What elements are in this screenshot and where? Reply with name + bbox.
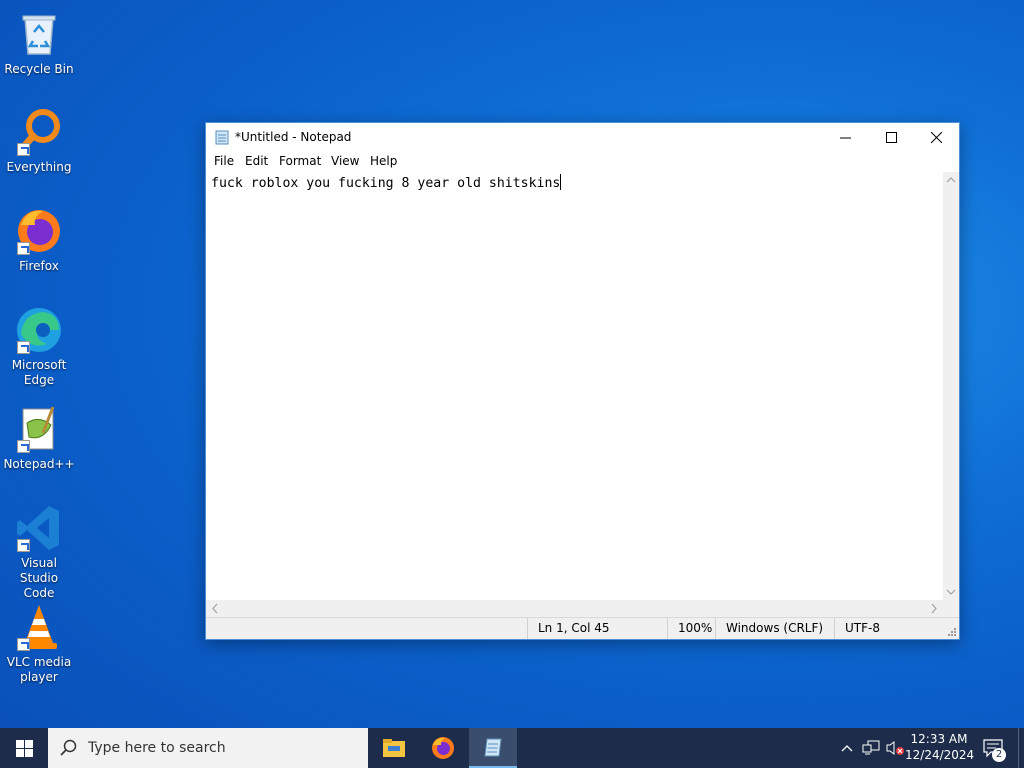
everything-search-icon — [13, 106, 65, 158]
window-title: *Untitled - Notepad — [235, 130, 352, 144]
menu-bar: File Edit Format View Help — [206, 152, 959, 172]
editor-line: fuck roblox you fucking 8 year old shits… — [211, 174, 562, 191]
icon-label: Recycle Bin — [4, 62, 74, 76]
shortcut-arrow-icon — [17, 539, 30, 552]
scroll-down-icon[interactable] — [943, 586, 959, 598]
show-hidden-icons-button[interactable] — [836, 728, 858, 768]
taskbar-notepad-active[interactable] — [469, 728, 517, 768]
maximize-button[interactable] — [868, 123, 914, 152]
shortcut-arrow-icon — [17, 638, 30, 651]
search-icon — [60, 739, 77, 756]
folder-icon — [383, 739, 405, 757]
status-line-ending: Windows (CRLF) — [715, 618, 834, 639]
text-caret — [560, 174, 562, 190]
shortcut-arrow-icon — [17, 242, 30, 255]
icon-label: Notepad++ — [3, 457, 75, 471]
shortcut-arrow-icon — [17, 440, 30, 453]
desktop-icon-firefox[interactable]: Firefox — [2, 205, 76, 274]
icon-label: Visual Studio — [19, 556, 59, 585]
desktop-icon-vlc[interactable]: VLC media player — [2, 601, 76, 685]
volume-muted-icon — [886, 741, 904, 755]
status-encoding: UTF-8 — [834, 618, 945, 639]
firefox-icon — [13, 205, 65, 257]
menu-view[interactable]: View — [331, 154, 359, 168]
action-center-button[interactable]: 2 — [978, 728, 1008, 768]
edge-icon — [13, 304, 65, 356]
icon-label: VLC media — [6, 655, 72, 669]
close-icon — [930, 132, 942, 143]
icon-label: Code — [23, 586, 55, 600]
taskbar-firefox[interactable] — [419, 728, 467, 768]
title-bar[interactable]: *Untitled - Notepad — [206, 123, 959, 152]
minimize-icon — [839, 137, 851, 139]
scroll-right-icon[interactable] — [928, 600, 940, 617]
resize-grip-icon[interactable] — [947, 627, 957, 637]
menu-help[interactable]: Help — [370, 154, 397, 168]
desktop-icon-vscode[interactable]: Visual Studio Code — [2, 502, 76, 601]
icon-label: Everything — [6, 160, 72, 174]
taskbar: Type here to search 12:33 AM 12/24/2024 … — [0, 728, 1024, 768]
desktop-icon-recycle-bin[interactable]: Recycle Bin — [2, 8, 76, 77]
icon-label: Edge — [23, 373, 55, 387]
menu-format[interactable]: Format — [279, 154, 321, 168]
start-button[interactable] — [0, 728, 48, 768]
taskbar-clock[interactable]: 12:33 AM 12/24/2024 — [905, 731, 975, 763]
notepad-app-icon — [215, 130, 229, 145]
scroll-left-icon[interactable] — [209, 600, 221, 617]
volume-tray-button[interactable] — [883, 728, 907, 768]
close-button[interactable] — [913, 123, 959, 152]
icon-label: player — [20, 670, 58, 684]
status-zoom: 100% — [667, 618, 716, 639]
recycle-bin-icon — [13, 8, 65, 60]
chevron-up-icon — [841, 745, 853, 752]
clock-time: 12:33 AM — [910, 732, 968, 746]
show-desktop-button[interactable] — [1018, 728, 1024, 768]
vertical-scrollbar[interactable] — [943, 172, 959, 600]
network-icon — [862, 740, 880, 755]
status-bar: Ln 1, Col 45 100% Windows (CRLF) UTF-8 — [206, 617, 959, 639]
menu-edit[interactable]: Edit — [245, 154, 268, 168]
windows-logo-icon — [15, 739, 33, 757]
minimize-button[interactable] — [822, 123, 868, 152]
scrollbar-corner — [943, 600, 959, 617]
firefox-icon — [432, 737, 454, 759]
clock-date: 12/24/2024 — [905, 748, 975, 762]
horizontal-scrollbar[interactable] — [206, 600, 943, 617]
maximize-icon — [885, 132, 897, 143]
search-placeholder: Type here to search — [88, 740, 226, 756]
editor-text: fuck roblox you fucking 8 year old shits… — [211, 176, 561, 191]
notepadplusplus-icon — [13, 403, 65, 455]
desktop-icon-edge[interactable]: Microsoft Edge — [2, 304, 76, 388]
shortcut-arrow-icon — [17, 143, 30, 156]
shortcut-arrow-icon — [17, 341, 30, 354]
notepad-window[interactable]: *Untitled - Notepad File Edit Format Vie… — [205, 122, 960, 640]
notepad-icon — [484, 738, 502, 757]
desktop-icon-notepadplusplus[interactable]: Notepad++ — [2, 403, 76, 472]
icon-label: Firefox — [19, 259, 59, 273]
desktop-icon-everything[interactable]: Everything — [2, 106, 76, 175]
icon-label: Microsoft — [11, 358, 67, 372]
text-editor-area[interactable]: fuck roblox you fucking 8 year old shits… — [206, 172, 943, 600]
network-tray-button[interactable] — [859, 728, 883, 768]
notification-count-badge: 2 — [992, 748, 1006, 762]
scroll-up-icon[interactable] — [943, 174, 959, 186]
vlc-cone-icon — [13, 601, 65, 653]
status-position: Ln 1, Col 45 — [527, 618, 667, 639]
vscode-icon — [13, 502, 65, 554]
taskbar-search-box[interactable]: Type here to search — [48, 728, 368, 768]
taskbar-file-explorer[interactable] — [370, 728, 418, 768]
menu-file[interactable]: File — [214, 154, 234, 168]
